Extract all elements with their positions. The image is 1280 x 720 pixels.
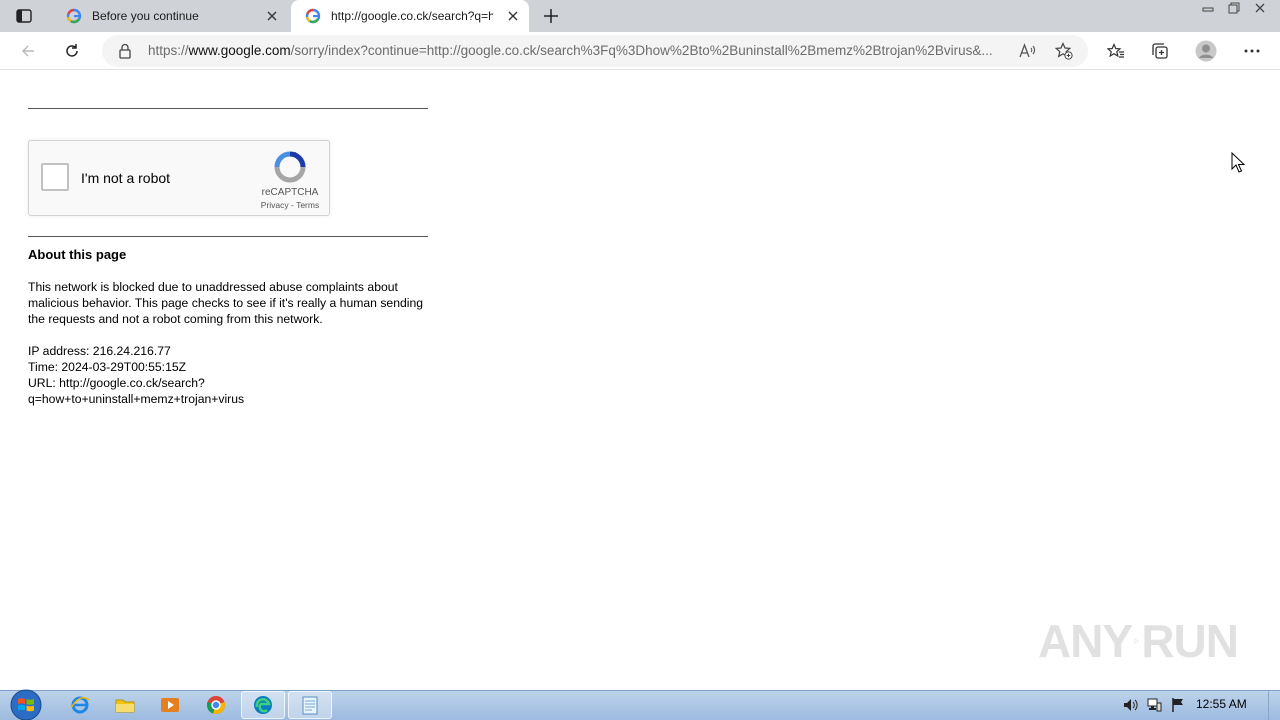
taskbar-notepad[interactable]: [288, 691, 332, 719]
folder-icon: [115, 699, 135, 713]
url-text[interactable]: https://www.google.com/sorry/index?conti…: [148, 43, 1014, 58]
add-favorite-icon[interactable]: [1054, 41, 1074, 61]
taskbar-clock[interactable]: 12:55 AM: [1196, 697, 1247, 711]
tab-strip: Before you continue http://google.co.ck/…: [0, 0, 1280, 32]
browser-toolbar: https://www.google.com/sorry/index?conti…: [0, 32, 1280, 70]
time-text: Time: 2024-03-29T00:55:15Z: [28, 360, 187, 374]
mouse-cursor-icon: [1231, 152, 1245, 173]
tab-google-search[interactable]: http://google.co.ck/search?q=how+to+unin…: [291, 0, 529, 32]
recaptcha-logo-icon: [274, 151, 306, 183]
windows-logo-icon: [10, 689, 42, 720]
refresh-icon[interactable]: [60, 39, 84, 63]
taskbar-edge[interactable]: [241, 691, 285, 719]
url-host: www.google.com: [188, 43, 291, 58]
profile-avatar-icon[interactable]: [1194, 39, 1218, 63]
volume-icon[interactable]: [1120, 691, 1140, 719]
restore-icon[interactable]: [1222, 0, 1246, 16]
read-aloud-icon[interactable]: [1018, 41, 1038, 61]
taskbar-explorer[interactable]: [103, 691, 147, 719]
google-icon: [66, 8, 82, 24]
window-controls: [1196, 0, 1272, 20]
tab-title: http://google.co.ck/search?q=how+to+unin…: [331, 9, 493, 23]
recaptcha-widget: I'm not a robot reCAPTCHA Privacy - Term…: [28, 140, 330, 216]
new-tab-icon[interactable]: [540, 5, 562, 27]
windows-taskbar: [0, 690, 1280, 720]
close-icon[interactable]: [505, 8, 521, 24]
tab-title: Before you continue: [92, 9, 199, 23]
favorites-icon[interactable]: [1104, 39, 1128, 63]
play-logo-icon: [1134, 638, 1140, 644]
recaptcha-brand: reCAPTCHA: [261, 187, 319, 198]
internet-explorer-icon: [70, 696, 90, 714]
url-scheme: https://: [148, 43, 189, 58]
middle-divider: [28, 236, 428, 237]
taskbar-media-player[interactable]: [148, 691, 192, 719]
more-menu-icon[interactable]: [1240, 39, 1264, 63]
anyrun-watermark: ANY RUN: [1038, 610, 1239, 672]
tab-actions-icon[interactable]: [10, 6, 38, 26]
notepad-icon: [302, 696, 318, 715]
close-window-icon[interactable]: [1248, 0, 1272, 16]
network-icon[interactable]: [1144, 691, 1164, 719]
watermark-right: RUN: [1141, 615, 1239, 667]
show-desktop-button[interactable]: [1268, 691, 1280, 720]
taskbar-chrome[interactable]: [194, 691, 238, 719]
url-line-1: URL: http://google.co.ck/search?: [28, 376, 205, 390]
google-icon: [305, 8, 321, 24]
tab-before-you-continue[interactable]: Before you continue: [52, 0, 288, 32]
back-icon[interactable]: [16, 39, 40, 63]
top-divider: [28, 108, 428, 109]
lock-icon[interactable]: [118, 43, 134, 59]
recaptcha-privacy-terms[interactable]: Privacy - Terms: [249, 200, 331, 210]
watermark-left: ANY: [1038, 615, 1133, 667]
chrome-icon: [206, 696, 226, 715]
about-heading: About this page: [28, 247, 127, 262]
media-player-icon: [161, 698, 179, 712]
recaptcha-checkbox[interactable]: [41, 163, 69, 191]
close-icon[interactable]: [264, 8, 280, 24]
taskbar-ie[interactable]: [58, 691, 102, 719]
ip-address-text: IP address: 216.24.216.77: [28, 344, 171, 358]
address-bar[interactable]: https://www.google.com/sorry/index?conti…: [102, 35, 1088, 67]
collections-icon[interactable]: [1148, 39, 1172, 63]
edge-icon: [254, 696, 272, 714]
recaptcha-label[interactable]: I'm not a robot: [81, 170, 170, 186]
start-button[interactable]: [6, 689, 46, 720]
action-center-flag-icon[interactable]: [1168, 691, 1188, 719]
url-line-2: q=how+to+uninstall+memz+trojan+virus: [28, 392, 245, 406]
url-path: /sorry/index?continue=http://google.co.c…: [290, 43, 993, 58]
minimize-icon[interactable]: [1196, 0, 1220, 16]
about-description: This network is blocked due to unaddress…: [28, 280, 424, 326]
